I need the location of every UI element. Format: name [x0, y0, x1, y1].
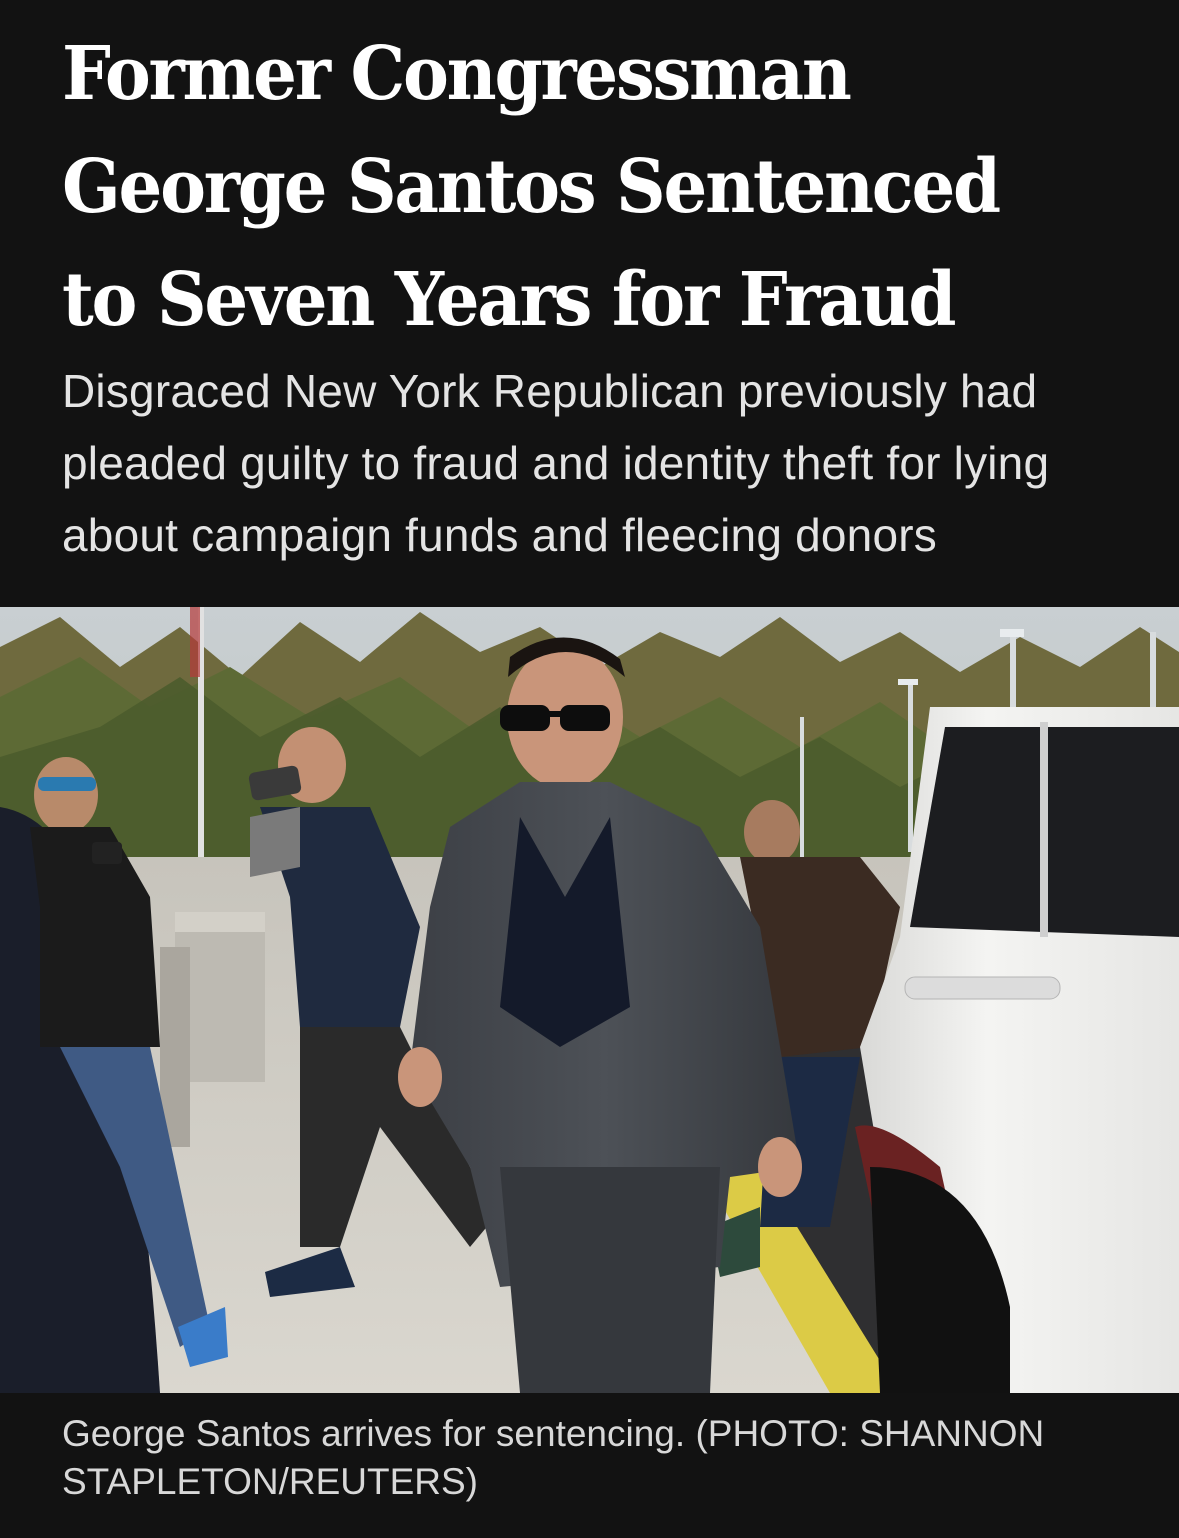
photo-caption: George Santos arrives for sentencing. (P…	[62, 1413, 1045, 1502]
article-photo[interactable]	[0, 607, 1179, 1393]
article-dek: Disgraced New York Republican previously…	[62, 365, 1050, 561]
article-card: Former Congressman George Santos Sentenc…	[0, 0, 1179, 1538]
article-headline[interactable]: Former Congressman George Santos Sentenc…	[62, 18, 1048, 357]
photo-illustration	[0, 607, 1179, 1393]
